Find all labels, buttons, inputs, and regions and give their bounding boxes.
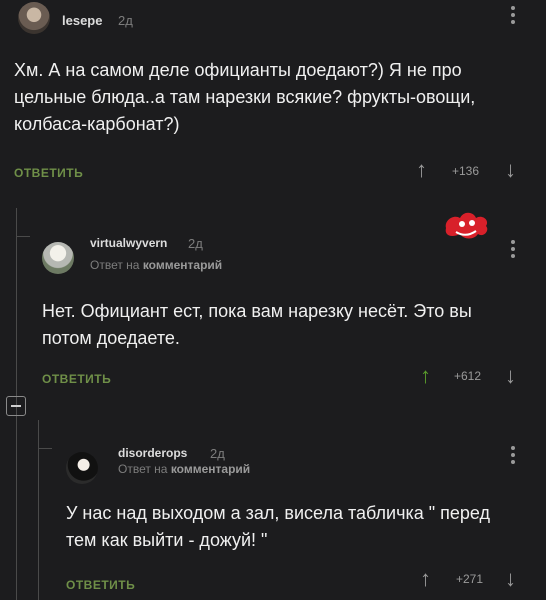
upvote-arrow-icon[interactable]: ↑ bbox=[420, 568, 431, 590]
comment-text: Нет. Официант ест, пока вам нарезку несё… bbox=[42, 301, 472, 348]
comment-text: Хм. А на самом деле официанты доедают?) … bbox=[14, 60, 476, 134]
red-sticker-icon bbox=[445, 212, 488, 239]
username-virtualwyvern[interactable]: virtualwyvern bbox=[90, 236, 167, 250]
reply-to-line: Ответ на комментарий bbox=[90, 258, 222, 272]
avatar-virtualwyvern[interactable] bbox=[42, 242, 74, 274]
reply-button[interactable]: ОТВЕТИТЬ bbox=[14, 166, 83, 180]
reply-to-prefix: Ответ на bbox=[90, 258, 140, 272]
comment-text: У нас над выходом а зал, висела табличка… bbox=[66, 503, 491, 550]
username-disorderops[interactable]: disorderops bbox=[118, 446, 187, 460]
more-menu-icon[interactable] bbox=[510, 240, 516, 261]
reply-to-line: Ответ на комментарий bbox=[118, 462, 250, 476]
comment-time: 2д bbox=[188, 236, 203, 251]
upvote-arrow-icon[interactable]: ↑ bbox=[420, 365, 431, 387]
upvote-arrow-icon[interactable]: ↑ bbox=[416, 159, 427, 181]
username-lesepe[interactable]: lesepe bbox=[62, 13, 102, 28]
avatar-disorderops[interactable] bbox=[66, 452, 98, 484]
comment-score: +136 bbox=[452, 164, 480, 178]
comment-time: 2д bbox=[118, 13, 133, 28]
reply-to-link[interactable]: комментарий bbox=[143, 258, 222, 272]
downvote-arrow-icon[interactable]: ↓ bbox=[505, 365, 516, 387]
downvote-arrow-icon[interactable]: ↓ bbox=[505, 568, 516, 590]
comment-score: +612 bbox=[454, 369, 482, 383]
collapse-thread-icon[interactable] bbox=[6, 396, 26, 416]
thread-branch bbox=[16, 236, 30, 237]
comment-score: +271 bbox=[456, 572, 484, 586]
comment-time: 2д bbox=[210, 446, 225, 461]
reply-button[interactable]: ОТВЕТИТЬ bbox=[66, 578, 135, 592]
more-menu-icon[interactable] bbox=[510, 6, 516, 27]
reply-to-prefix: Ответ на bbox=[118, 462, 168, 476]
thread-branch bbox=[38, 448, 52, 449]
reply-to-link[interactable]: комментарий bbox=[171, 462, 250, 476]
downvote-arrow-icon[interactable]: ↓ bbox=[505, 159, 516, 181]
reply-button[interactable]: ОТВЕТИТЬ bbox=[42, 372, 111, 386]
avatar-lesepe[interactable] bbox=[18, 2, 50, 34]
thread-line bbox=[38, 420, 39, 600]
more-menu-icon[interactable] bbox=[510, 446, 516, 467]
